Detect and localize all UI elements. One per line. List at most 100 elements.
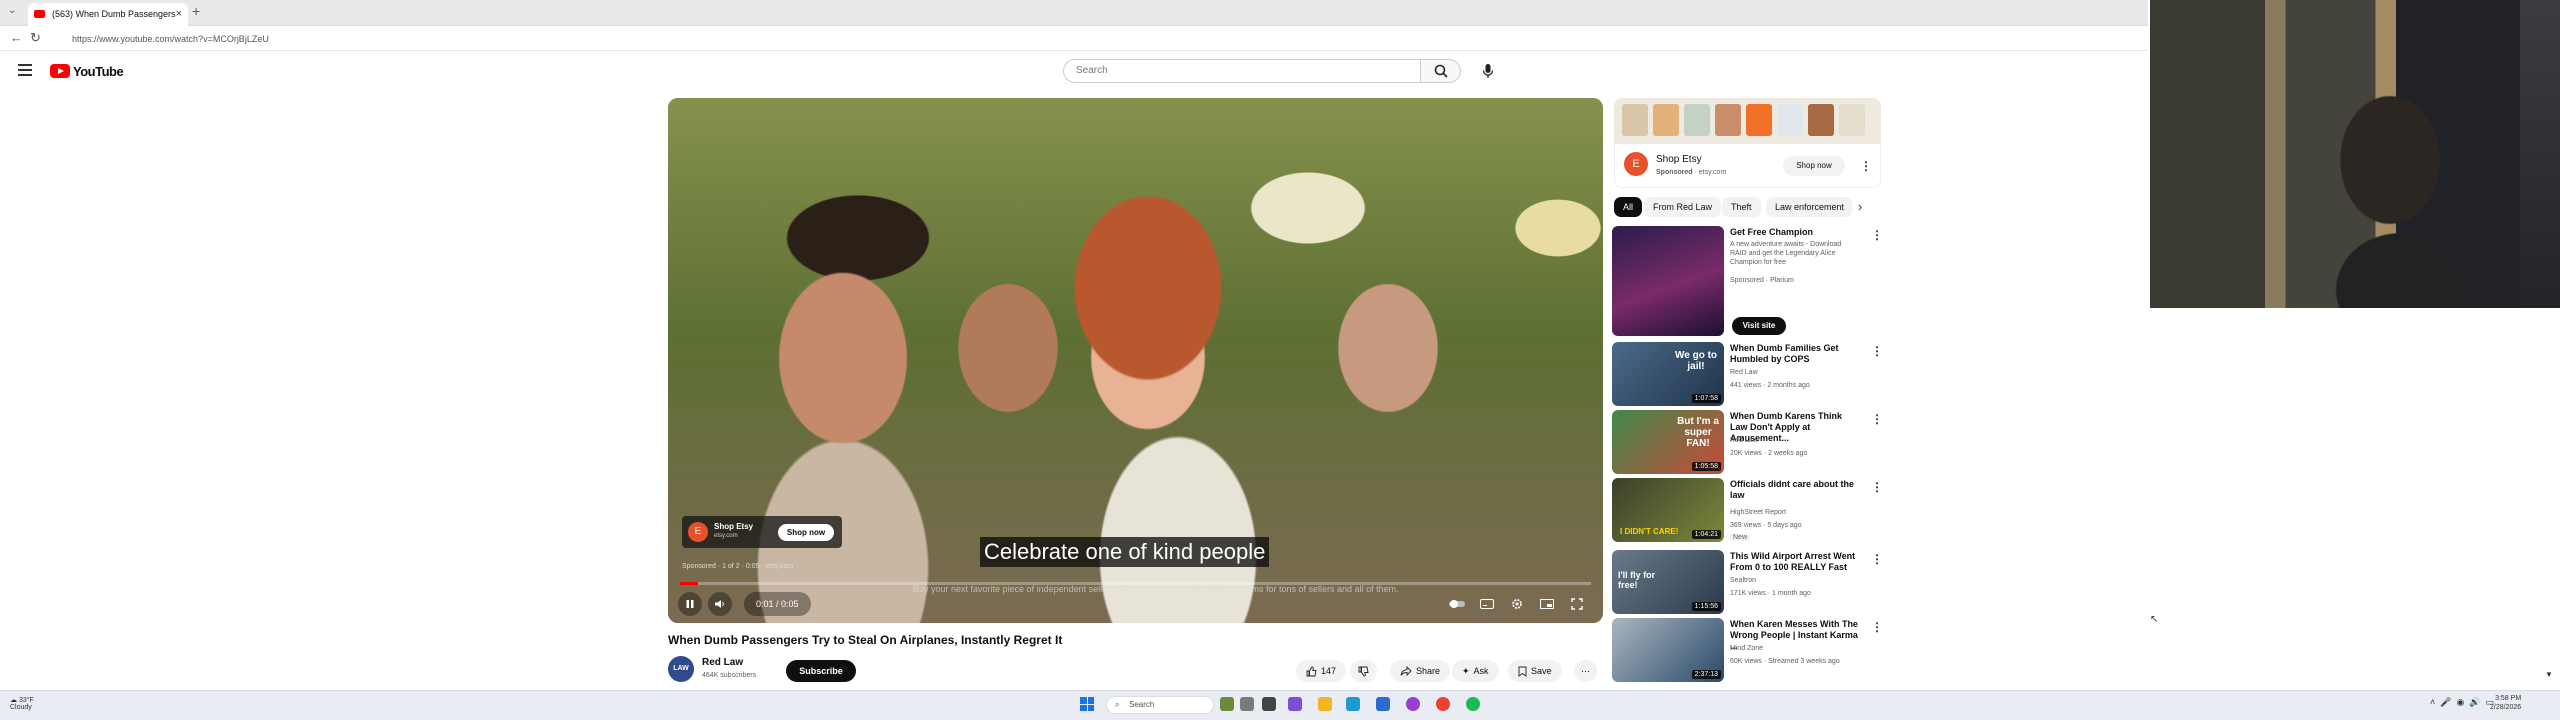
fullscreen-icon (1571, 598, 1583, 610)
share-button[interactable]: Share (1390, 660, 1451, 682)
rec-channel[interactable]: Mind Zone (1730, 645, 1763, 652)
spotify-icon[interactable] (1466, 697, 1480, 711)
widgets-icon[interactable] (1262, 697, 1276, 711)
app-icon[interactable] (1288, 697, 1302, 711)
rec-title[interactable]: This Wild Airport Arrest Went From 0 to … (1730, 551, 1860, 573)
player-ad-card[interactable]: E Shop Etsy etsy.com Shop now (682, 516, 842, 548)
pause-button[interactable] (678, 592, 702, 616)
more-actions-button[interactable]: ⋯ (1574, 660, 1597, 682)
close-tab-icon[interactable]: × (176, 3, 182, 26)
dislike-button[interactable] (1350, 660, 1377, 682)
rec-channel[interactable]: HighStreet Report (1730, 509, 1786, 516)
settings-button[interactable] (1506, 593, 1528, 615)
fullscreen-button[interactable] (1566, 593, 1588, 615)
scroll-down-arrow-icon[interactable]: ▼ (2545, 670, 2553, 679)
rec-more-icon[interactable]: ⋮ (1871, 553, 1883, 565)
rec-more-icon[interactable]: ⋮ (1871, 621, 1883, 633)
video-player[interactable]: E Shop Etsy etsy.com Shop now Sponsored … (668, 98, 1603, 623)
miniplayer-icon (1540, 599, 1554, 609)
refresh-icon[interactable]: ↻ (30, 30, 41, 46)
chip-all[interactable]: All (1614, 197, 1643, 217)
search-button[interactable] (1421, 59, 1461, 83)
rec-title[interactable]: Get Free Champion (1730, 227, 1860, 238)
rec-thumbnail[interactable]: 2:37:13 (1612, 618, 1724, 682)
rec-more-icon[interactable]: ⋮ (1871, 229, 1883, 241)
mic-tray-icon[interactable]: 🎤 (2440, 697, 2451, 707)
file-explorer-icon[interactable] (1318, 697, 1332, 711)
taskbar-search[interactable]: ⌕ Search (1106, 696, 1214, 714)
url-field[interactable]: https://www.youtube.com/watch?v=MCOrjBjL… (58, 30, 2138, 48)
rec-more-icon[interactable]: ⋮ (1871, 413, 1883, 425)
rec-thumbnail[interactable]: But I'm a super FAN! 1:05:58 (1612, 410, 1724, 474)
browser-tab-youtube[interactable]: (563) When Dumb Passengers × (28, 3, 188, 26)
channel-name[interactable]: Red Law (702, 657, 743, 668)
visit-site-button[interactable]: Visit site (1732, 317, 1786, 335)
chip-law-enforcement[interactable]: Law enforcement (1766, 197, 1852, 217)
clock[interactable]: 3:58 PM 2/28/2026 (2490, 694, 2521, 712)
miniplayer-button[interactable] (1536, 593, 1558, 615)
task-view-icon[interactable] (1240, 697, 1254, 711)
time-display: 0:01 / 0:05 (744, 592, 811, 616)
rec-channel[interactable]: Red Law (1730, 437, 1758, 444)
chip-from-red-law[interactable]: From Red Law (1644, 197, 1722, 217)
autoplay-toggle[interactable] (1446, 593, 1468, 615)
rec-thumbnail[interactable]: We go to jail! 1:07:58 (1612, 342, 1724, 406)
etsy-logo: E (1624, 152, 1648, 176)
rec-title[interactable]: Officials didnt care about the law (1730, 479, 1860, 501)
rec-more-icon[interactable]: ⋮ (1871, 345, 1883, 357)
rec-thumbnail[interactable] (1612, 226, 1724, 336)
search-icon: ⌕ (1115, 700, 1120, 709)
more-horizontal-icon: ⋯ (1581, 666, 1590, 676)
video-duration: 1:04:21 (1691, 530, 1721, 539)
mute-button[interactable] (708, 592, 732, 616)
app-icon[interactable] (1406, 697, 1420, 711)
ad-domain: etsy.com (714, 533, 738, 539)
tab-list-chevron-icon[interactable]: ⌄ (8, 5, 16, 16)
ad-product-image (1715, 104, 1741, 136)
rec-more-icon[interactable]: ⋮ (1871, 481, 1883, 493)
voice-search-button[interactable] (1476, 59, 1500, 83)
channel-avatar[interactable]: LAW (668, 656, 694, 682)
side-ad-shop-now-button[interactable]: Shop now (1783, 156, 1845, 176)
subtitles-icon (1480, 599, 1494, 609)
youtube-favicon-icon (34, 10, 45, 18)
edge-icon[interactable] (1346, 697, 1360, 711)
rec-channel[interactable]: Red Law (1730, 369, 1758, 376)
ad-product-image (1684, 104, 1710, 136)
clock-time: 3:58 PM (2495, 695, 2522, 702)
rec-meta: 441 views · 2 months ago (1730, 382, 1810, 389)
volume-icon[interactable]: 🔊 (2469, 697, 2480, 707)
youtube-logo[interactable]: YouTube (50, 62, 124, 80)
windows-start-icon[interactable] (1080, 697, 1094, 711)
rec-thumbnail[interactable]: I'll fly for free! 1:15:56 (1612, 550, 1724, 614)
rec-thumbnail[interactable]: I DIDN'T CARE! 1:04:21 (1612, 478, 1724, 542)
etsy-ad-banner[interactable] (1614, 98, 1881, 144)
like-button[interactable]: 147 (1296, 660, 1347, 682)
wifi-icon[interactable]: ◉ (2457, 697, 2465, 707)
store-icon[interactable] (1376, 697, 1390, 711)
progress-bar[interactable] (680, 582, 1591, 585)
video-title: When Dumb Passengers Try to Steal On Air… (668, 633, 1063, 647)
weather-widget[interactable]: ☁ 33°F Cloudy (10, 696, 34, 711)
system-tray[interactable]: ˄ 🎤 ◉ 🔊 ▭ (2430, 697, 2494, 708)
ask-button[interactable]: ✦ Ask (1452, 660, 1499, 682)
chip-theft[interactable]: Theft (1722, 197, 1761, 217)
new-tab-button[interactable]: + (192, 3, 200, 19)
back-arrow-icon[interactable]: ← (10, 30, 23, 45)
rec-channel[interactable]: Sealtron (1730, 577, 1756, 584)
subscribe-button[interactable]: Subscribe (786, 660, 856, 682)
side-ad-title[interactable]: Shop Etsy (1656, 154, 1702, 165)
chrome-icon[interactable] (1436, 697, 1450, 711)
hamburger-menu-icon[interactable] (18, 64, 32, 76)
chevron-up-icon[interactable]: ˄ (2430, 697, 2435, 707)
video-duration: 2:37:13 (1691, 670, 1721, 679)
search-input[interactable]: Search (1063, 59, 1421, 83)
volume-icon (715, 600, 724, 608)
ad-shop-now-button[interactable]: Shop now (778, 524, 834, 541)
chevron-right-icon[interactable]: › (1858, 199, 1862, 214)
rec-title[interactable]: When Dumb Families Get Humbled by COPS (1730, 343, 1860, 365)
side-ad-more-icon[interactable]: ⋮ (1860, 160, 1872, 172)
save-button[interactable]: Save (1508, 660, 1562, 682)
subtitles-button[interactable] (1476, 593, 1498, 615)
thumbs-down-icon (1358, 666, 1369, 676)
